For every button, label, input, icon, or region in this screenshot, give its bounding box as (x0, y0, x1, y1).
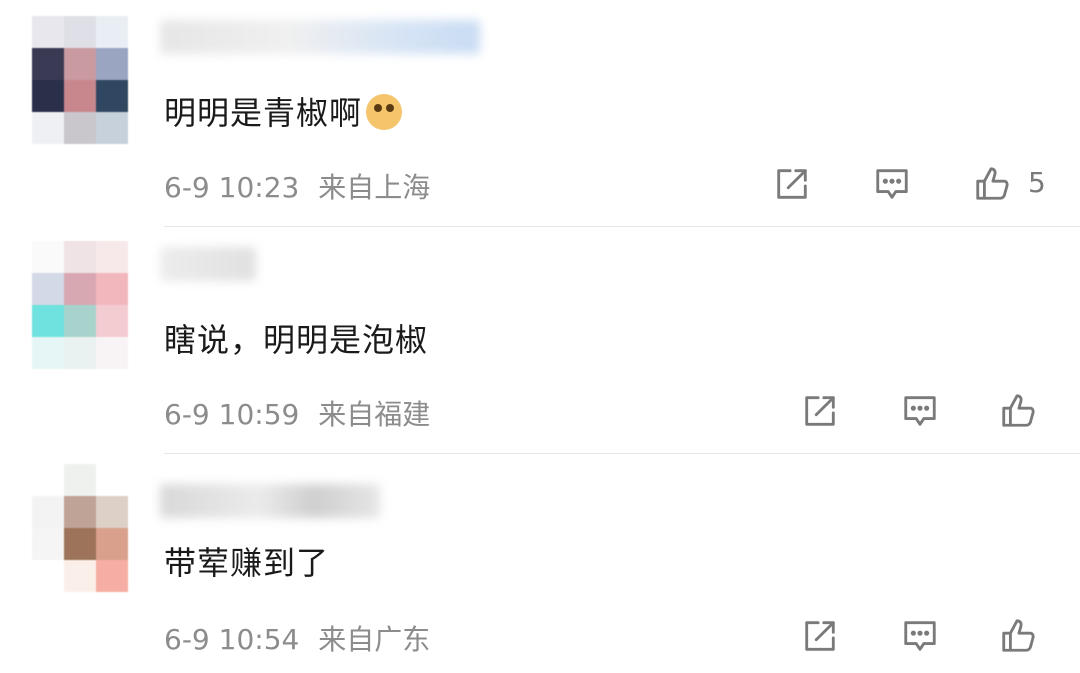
comment-text-content: 明明是青椒啊 (164, 94, 363, 132)
share-button[interactable] (800, 616, 840, 656)
doge-emoji-icon (366, 94, 403, 130)
comment-time: 6-9 10:59 (164, 398, 300, 431)
username[interactable] (160, 247, 256, 281)
comment-time: 6-9 10:54 (164, 623, 300, 656)
comment-text: 瞎说，明明是泡椒 (164, 315, 428, 361)
avatar[interactable] (32, 241, 128, 369)
avatar[interactable] (32, 16, 128, 144)
comment-icon (904, 396, 936, 426)
username[interactable] (160, 484, 380, 518)
thumbs-up-icon (1002, 394, 1035, 427)
comment-location: 来自福建 (318, 398, 431, 431)
username[interactable] (160, 20, 480, 54)
share-icon (805, 396, 835, 426)
comment-text-content: 带荤赚到了 (164, 544, 330, 582)
comment-item: 明明是青椒啊 6-9 10:23 来自上海 5 (0, 0, 1080, 227)
comment-meta: 6-9 10:59 来自福建 (164, 393, 430, 433)
like-count: 5 (1028, 166, 1046, 199)
comment-item: 瞎说，明明是泡椒 6-9 10:59 来自福建 (0, 227, 1080, 454)
reply-button[interactable] (872, 164, 912, 204)
comment-meta: 6-9 10:23 来自上海 (164, 166, 430, 206)
like-button[interactable] (972, 164, 1012, 204)
comment-text-content: 瞎说，明明是泡椒 (164, 321, 429, 359)
thumbs-up-icon (976, 167, 1009, 200)
avatar[interactable] (32, 464, 128, 592)
comment-item: 带荤赚到了 6-9 10:54 来自广东 (0, 454, 1080, 673)
comment-location: 来自上海 (318, 171, 431, 204)
comment-location: 来自广东 (318, 623, 431, 656)
share-icon (777, 169, 807, 199)
share-icon (805, 621, 835, 651)
comment-meta: 6-9 10:54 来自广东 (164, 618, 430, 658)
share-button[interactable] (772, 164, 812, 204)
comment-text: 明明是青椒啊 (164, 88, 403, 134)
thumbs-up-icon (1002, 619, 1035, 652)
comment-time: 6-9 10:23 (164, 171, 300, 204)
share-button[interactable] (800, 391, 840, 431)
like-button[interactable] (998, 616, 1038, 656)
like-button[interactable] (998, 391, 1038, 431)
comment-icon (904, 621, 936, 651)
comment-text: 带荤赚到了 (164, 538, 329, 584)
reply-button[interactable] (900, 616, 940, 656)
comment-icon (876, 169, 908, 199)
reply-button[interactable] (900, 391, 940, 431)
